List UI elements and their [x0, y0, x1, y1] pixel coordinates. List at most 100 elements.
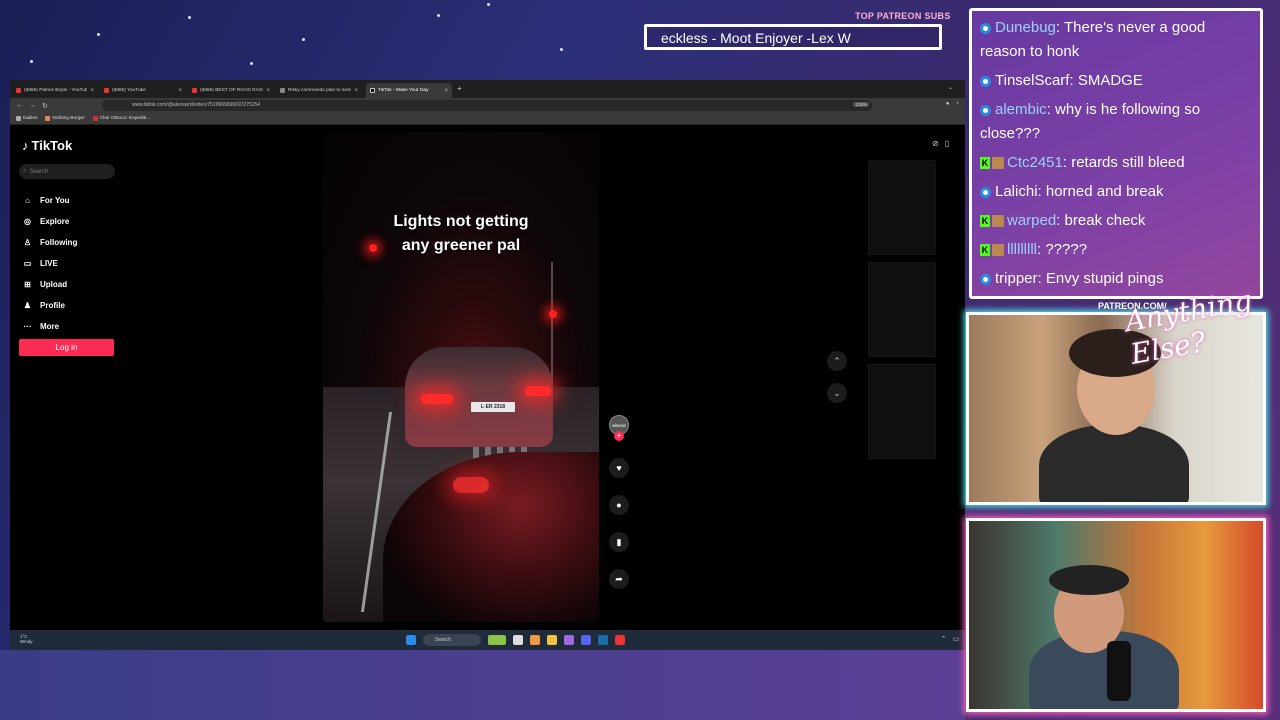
tiktok-logo[interactable]: ♪ TikTok: [22, 138, 72, 153]
pixel-badge-icon: [992, 244, 1004, 257]
tray-chevron-up-icon[interactable]: ⌃: [941, 635, 947, 643]
tiktok-note-icon: ♪: [22, 138, 29, 153]
follow-plus-icon[interactable]: +: [614, 431, 624, 441]
reload-icon[interactable]: ↻: [42, 102, 48, 110]
comment-icon[interactable]: ●: [609, 495, 629, 515]
chat-text: break check: [1064, 212, 1146, 229]
widget-icon[interactable]: [488, 635, 506, 645]
browser-tab[interactable]: (6868) BEST OF ROAD RAGE | U×: [188, 83, 274, 98]
zoom-indicator[interactable]: 125%: [853, 102, 869, 107]
profile-icon[interactable]: ◔: [955, 101, 959, 107]
weather-widget[interactable]: 1°C Windy: [20, 634, 33, 644]
taskbar-search[interactable]: Search: [423, 634, 481, 646]
close-icon[interactable]: ×: [354, 88, 358, 94]
tab-label: (6868) Patrick Boyle - YouTube: [24, 88, 88, 93]
search-input[interactable]: ⌕ Search: [19, 164, 115, 179]
chat-username: warped: [1007, 212, 1057, 229]
discord-icon[interactable]: [581, 635, 591, 645]
browser-window: (6868) Patrick Boyle - YouTube × (6868) Y…: [10, 80, 965, 650]
chat-badge-icon: [980, 186, 991, 198]
chat-text: retards still bleed: [1071, 154, 1185, 171]
chat-badge-icon: [980, 104, 991, 116]
stream-background-bottom: [0, 650, 965, 720]
chat-username: TinselScarf: [995, 72, 1070, 89]
chat-message: tripper: Envy stupid pings: [980, 267, 1252, 291]
browser-tab[interactable]: (6868) YouTube ×: [100, 83, 186, 98]
tab-list-chevron-icon[interactable]: ⌄: [948, 84, 953, 91]
tiktok-page: ♪ TikTok ⌕ Search ⌂ For You ◎ Explore ♙ Follo…: [10, 125, 965, 630]
weather-desc: Windy: [20, 639, 33, 644]
chrome-icon[interactable]: [530, 635, 540, 645]
nav-label: Profile: [40, 301, 65, 310]
caption-line: Lights not getting: [393, 213, 529, 230]
nav-following[interactable]: ♙ Following: [23, 232, 77, 253]
pixel-badge-icon: [992, 157, 1004, 170]
bookmark-item[interactable]: Nothing Burger: [45, 116, 85, 121]
browser-tab-active[interactable]: TikTok - Make Your Day ×: [366, 83, 452, 98]
login-button[interactable]: Log in: [19, 339, 114, 356]
next-video-chevron-down-icon[interactable]: ⌄: [827, 383, 847, 403]
monitor-icon[interactable]: ▭: [952, 635, 959, 643]
browser-tab[interactable]: Risky commando plan to seize ×: [276, 83, 362, 98]
windows-taskbar: 1°C Windy Search ⌃ ▭: [10, 630, 965, 650]
close-icon[interactable]: ×: [90, 88, 94, 94]
nav-explore[interactable]: ◎ Explore: [23, 211, 77, 232]
nav-label: Upload: [40, 280, 68, 289]
extension-icon[interactable]: ●: [946, 101, 950, 107]
plus-square-icon: ⊞: [24, 280, 31, 289]
chat-text: horned and break: [1045, 183, 1164, 200]
video-player[interactable]: L·ER 2318 Lights not getting any greener…: [323, 132, 599, 622]
settings-icon[interactable]: ⊘: [932, 139, 939, 148]
new-tab-button[interactable]: +: [457, 84, 462, 93]
chat-badge-icon: [980, 273, 991, 285]
nav-upload[interactable]: ⊞ Upload: [23, 274, 77, 295]
tiktok-sidebar-nav: ⌂ For You ◎ Explore ♙ Following ▭ LIVE ⊞ Uplo…: [23, 190, 78, 337]
app-icon[interactable]: [615, 635, 625, 645]
forward-arrow-icon[interactable]: →: [29, 102, 36, 109]
chat-message: Kwarped: break check: [980, 212, 1146, 229]
chat-username: Lalichi: [995, 183, 1038, 200]
task-view-icon[interactable]: [513, 635, 523, 645]
video-thumbnail[interactable]: [868, 262, 936, 357]
nav-live[interactable]: ▭ LIVE: [23, 253, 77, 274]
nav-profile[interactable]: ♟ Profile: [23, 295, 77, 316]
like-heart-icon[interactable]: ♥: [609, 458, 629, 478]
chat-message: Lalichi: horned and break: [980, 180, 1252, 204]
nav-bar: ← → ↻ www.tiktok.com/@alexswrd/video/751…: [10, 98, 965, 113]
side-video-grid: [868, 160, 964, 466]
bookmark-label: Nothing Burger: [52, 116, 85, 121]
device-icon[interactable]: ▯: [945, 139, 949, 148]
nav-for-you[interactable]: ⌂ For You: [23, 190, 77, 211]
video-thumbnail[interactable]: [868, 160, 936, 255]
browser-tab[interactable]: (6868) Patrick Boyle - YouTube ×: [12, 83, 98, 98]
patreon-ticker-text: eckless - Moot Enjoyer -Lex W: [661, 30, 851, 46]
webcam-guest: [966, 518, 1266, 712]
close-icon[interactable]: ×: [178, 88, 182, 94]
taskbar-apps: Search: [406, 634, 625, 646]
windows-start-icon[interactable]: [406, 635, 416, 645]
tab-label: (6868) YouTube: [112, 88, 146, 93]
bookmark-item[interactable]: Dailies: [16, 116, 37, 121]
steam-icon[interactable]: [598, 635, 608, 645]
bookmark-icon[interactable]: ▮: [609, 532, 629, 552]
youtube-icon: [16, 88, 21, 93]
more-icon: ···: [23, 322, 32, 331]
red-traffic-light: [549, 310, 557, 318]
tab-bar: (6868) Patrick Boyle - YouTube × (6868) Y…: [10, 80, 965, 98]
address-bar[interactable]: www.tiktok.com/@alexswrd/video/751066969…: [102, 100, 872, 111]
video-traffic-pole: [551, 262, 553, 392]
nav-more[interactable]: ··· More: [23, 316, 77, 337]
bookmark-item[interactable]: Clair Obscur: Expediti...: [92, 116, 150, 121]
back-arrow-icon[interactable]: ←: [16, 102, 23, 109]
video-thumbnail[interactable]: [868, 364, 936, 459]
close-icon[interactable]: ×: [444, 88, 448, 94]
app-icon[interactable]: [564, 635, 574, 645]
system-tray: ⌃ ▭: [941, 635, 960, 643]
previous-video-chevron-up-icon[interactable]: ⌃: [827, 351, 847, 371]
share-arrow-icon[interactable]: ➦: [609, 569, 629, 589]
file-explorer-icon[interactable]: [547, 635, 557, 645]
creator-handle: alexsw: [612, 422, 626, 428]
nav-label: For You: [40, 196, 70, 205]
live-icon: ▭: [23, 259, 32, 268]
close-icon[interactable]: ×: [266, 88, 270, 94]
